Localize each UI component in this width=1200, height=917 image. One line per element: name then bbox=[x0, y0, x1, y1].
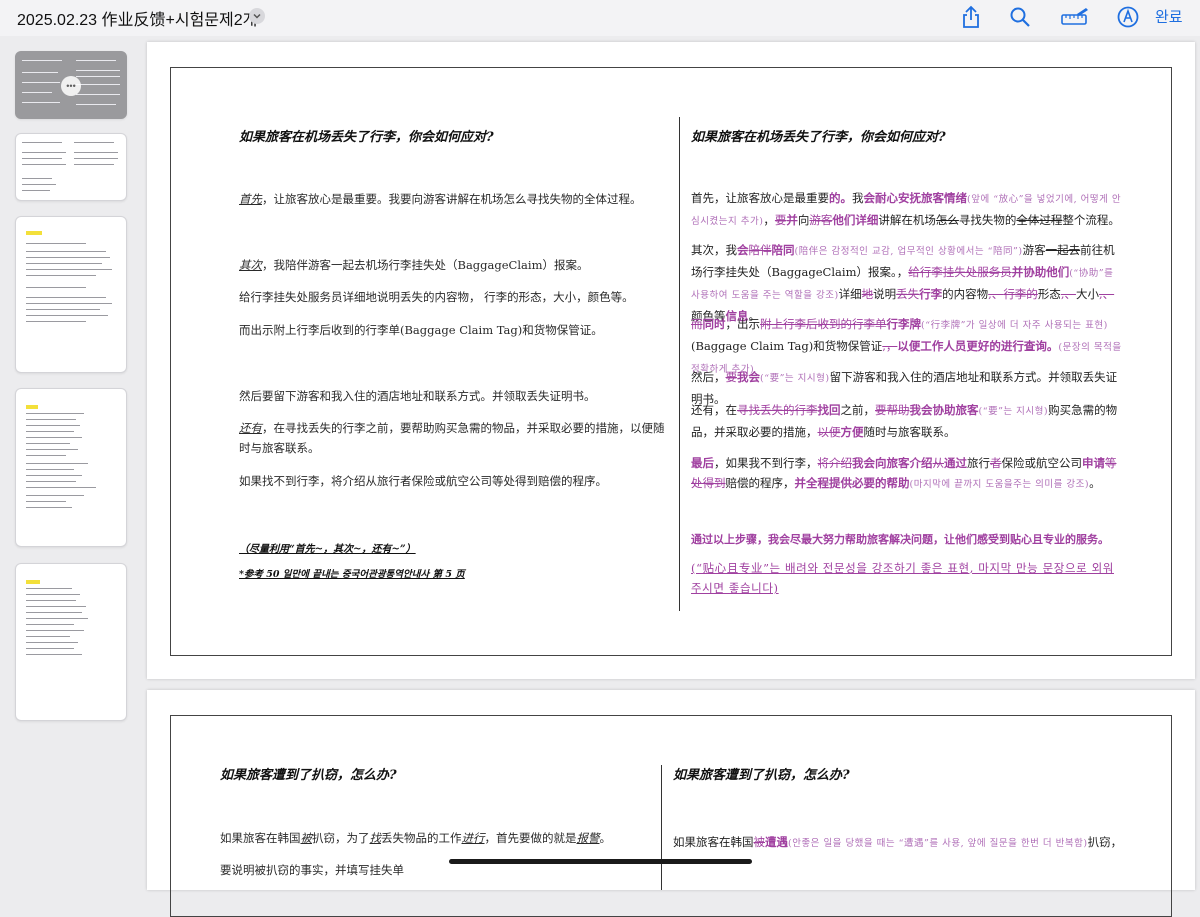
search-icon[interactable] bbox=[1007, 4, 1033, 30]
summary-note: (“贴心且专业”는 배려와 전문성을 강조하기 좋은 표현, 마지막 만능 문장… bbox=[691, 561, 1114, 595]
question-title-corrected: 如果旅客在机场丢失了行李，你会如何应对? bbox=[691, 130, 946, 145]
question-title: 如果旅客遭到了扒窃，怎么办? bbox=[220, 768, 397, 783]
document-page-1: 如果旅客在机场丢失了行李，你会如何应对? 首先，让旅客放心是最重要。我要向游客讲… bbox=[147, 42, 1195, 679]
question-title: 如果旅客在机场丢失了行李，你会如何应对? bbox=[239, 130, 494, 145]
paragraph-4: 而出示附上行李后收到的行李单(Baggage Claim Tag)和货物保管证。 bbox=[239, 323, 603, 337]
thumbnail-page-1[interactable]: ••• bbox=[15, 51, 127, 119]
corrected-paragraph-5: 还有，在寻找丢失的行李找回之前，要帮助我会协助旅客(“要”는 지시형)购买急需的… bbox=[691, 403, 1118, 439]
paragraph-6: 还有，在寻找丢失的行李之前，要帮助购买急需的物品，并采取必要的措施，以便随时与旅… bbox=[239, 421, 665, 455]
chevron-down-icon[interactable] bbox=[249, 8, 265, 24]
paragraph-1: 首先，让旅客放心是最重要。我要向游客讲解在机场怎么寻找失物的全体过程。 bbox=[239, 192, 642, 206]
usage-note: （尽量利用“首先~，其次~，还有~”） bbox=[239, 544, 416, 555]
thumbnail-page-2[interactable] bbox=[15, 133, 127, 201]
paragraph-7: 如果找不到行李，将介绍从旅行者保险或航空公司等处得到赔偿的程序。 bbox=[239, 474, 607, 488]
corrected-paragraph-6: 最后，如果我不到行李，将介绍我会向旅客介绍从通过旅行者保险或航空公司申请等处得到… bbox=[691, 456, 1117, 490]
corrected-paragraph-1: 如果旅客在韩国被遭遇(안좋은 일을 당했을 때는 “遭遇”를 사용, 앞에 질문… bbox=[673, 835, 1123, 849]
summary-sentence: 通过以上步骤，我会尽最大努力帮助旅客解决问题，让他们感受到贴心且专业的服务。 bbox=[691, 533, 1109, 546]
corrected-paragraph-1: 首先，让旅客放心是最重要的。我会耐心安抚旅客情绪(앞에 “放心”을 넣었기에, … bbox=[691, 191, 1122, 227]
thumbnail-page-3[interactable] bbox=[15, 216, 127, 373]
thumbnail-page-5[interactable] bbox=[15, 563, 127, 721]
paragraph-2: 其次，我陪伴游客一起去机场行李挂失处（BaggageClaim）报案。 bbox=[239, 258, 589, 272]
pen-circle-icon[interactable] bbox=[1115, 4, 1141, 30]
done-button[interactable]: 완료 bbox=[1155, 6, 1183, 27]
column-divider bbox=[661, 765, 662, 890]
reference-note: *参考 50 일만에 끝내는 중국어관광통역안내사 第 5 页 bbox=[239, 569, 465, 580]
paragraph-1: 如果旅客在韩国被扒窃，为了找丢失物品的工作进行，首先要做的就是报警。 bbox=[220, 831, 611, 845]
share-icon[interactable] bbox=[958, 4, 984, 30]
more-options-icon[interactable]: ••• bbox=[61, 76, 81, 96]
paragraph-5: 然后要留下游客和我入住的酒店地址和联系方式。并领取丢失证明书。 bbox=[239, 389, 596, 403]
toolbar: 2025.02.23 作业反馈+시험문제2개 완료 bbox=[0, 0, 1200, 36]
pencil-ruler-icon[interactable] bbox=[1059, 4, 1091, 30]
document-title[interactable]: 2025.02.23 作业反馈+시험문제2개 bbox=[17, 6, 257, 30]
question-title-corrected: 如果旅客遭到了扒窃，怎么办? bbox=[673, 768, 850, 783]
home-indicator[interactable] bbox=[449, 859, 752, 864]
paragraph-3: 给行李挂失处服务员详细地说明丢失的内容物， 行李的形态，大小，颜色等。 bbox=[239, 290, 634, 304]
thumbnail-page-4[interactable] bbox=[15, 388, 127, 547]
page-thumbnail-sidebar: ••• bbox=[0, 36, 140, 871]
column-divider bbox=[679, 117, 680, 611]
page-border bbox=[170, 715, 1172, 917]
